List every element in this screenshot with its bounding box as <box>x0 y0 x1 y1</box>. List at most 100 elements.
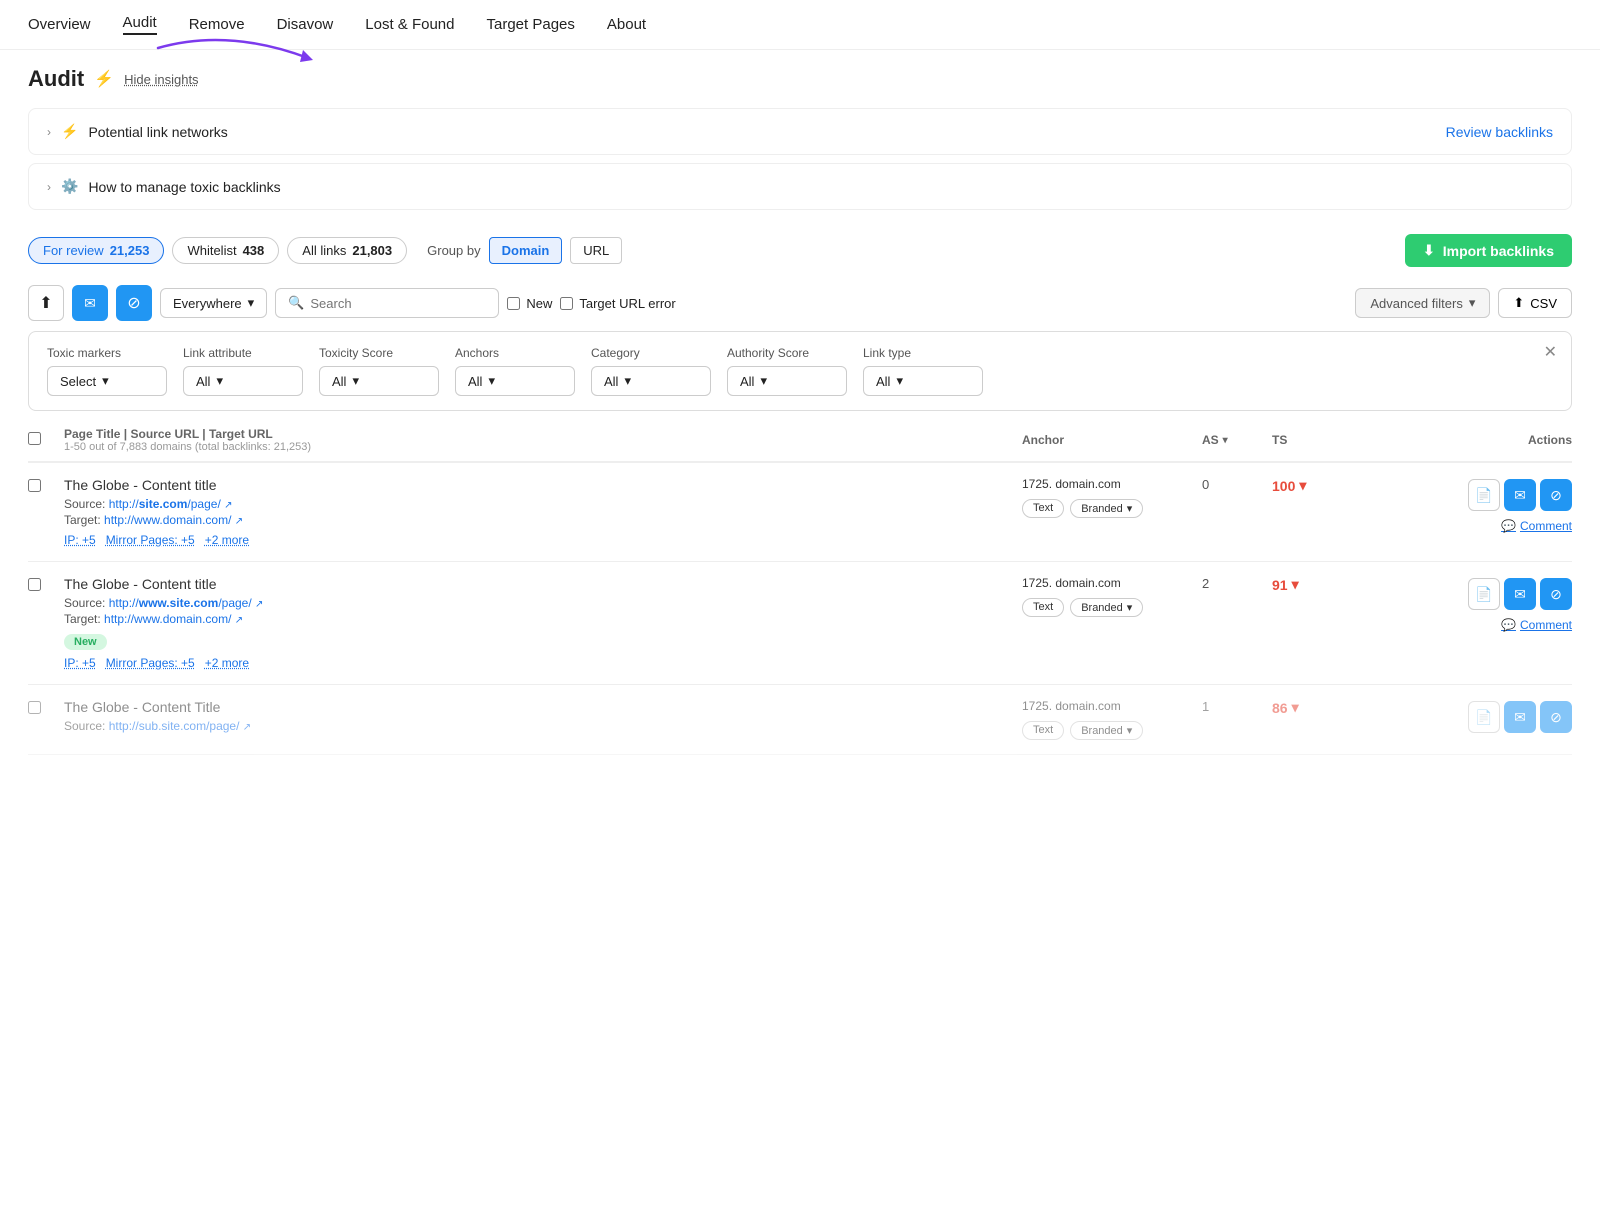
select-all-checkbox[interactable] <box>28 432 41 445</box>
row-0-comment-link[interactable]: 💬 Comment <box>1372 519 1572 533</box>
import-backlinks-button[interactable]: ⬇ Import backlinks <box>1405 234 1572 267</box>
tab-for-review[interactable]: For review 21,253 <box>28 237 164 264</box>
nav-about[interactable]: About <box>607 16 646 33</box>
row-2-checkbox[interactable] <box>28 701 41 714</box>
table-subtitle: 1-50 out of 7,883 domains (total backlin… <box>64 441 1022 453</box>
row-1-title: The Globe - Content title <box>64 576 1022 592</box>
category-select[interactable]: All ▾ <box>591 366 711 396</box>
nav-disavow[interactable]: Disavow <box>277 16 334 33</box>
insight-action-0[interactable]: Review backlinks <box>1446 124 1553 140</box>
tab-whitelist-count: 438 <box>243 243 265 258</box>
target-url-error-label[interactable]: Target URL error <box>560 296 675 311</box>
group-by-label: Group by <box>427 243 480 258</box>
expand-icon-1[interactable]: › <box>47 180 51 194</box>
nav-overview[interactable]: Overview <box>28 16 91 33</box>
row-1-doc-btn[interactable]: 📄 <box>1468 578 1500 610</box>
export-icon: ⬆ <box>39 293 52 313</box>
as-sort-icon[interactable]: ▾ <box>1223 435 1228 446</box>
group-by-domain[interactable]: Domain <box>489 237 563 264</box>
anchors-filter: Anchors All ▾ <box>455 346 575 396</box>
search-input[interactable] <box>310 296 486 311</box>
row-0-ts-chevron[interactable]: ▾ <box>1299 477 1306 494</box>
tab-all-links[interactable]: All links 21,803 <box>287 237 407 264</box>
row-0-target-link[interactable]: http://www.domain.com/ ↗ <box>104 513 243 527</box>
csv-button[interactable]: ⬆ CSV <box>1498 288 1572 318</box>
row-2-tag-branded[interactable]: Branded ▾ <box>1070 721 1143 740</box>
send-icon-btn[interactable]: ✉ <box>72 285 108 321</box>
row-1-ts-chevron[interactable]: ▾ <box>1292 576 1299 593</box>
nav-target-pages[interactable]: Target Pages <box>487 16 575 33</box>
table-container: Page Title | Source URL | Target URL 1-5… <box>28 419 1572 755</box>
table-row: The Globe - Content Title Source: http:/… <box>28 685 1572 755</box>
link-attribute-filter: Link attribute All ▾ <box>183 346 303 396</box>
row-1-new-badge: New <box>64 634 107 650</box>
row-1-comment-link[interactable]: 💬 Comment <box>1372 618 1572 632</box>
row-0-send-btn[interactable]: ✉ <box>1504 479 1536 511</box>
row-2-source-link[interactable]: http://sub.site.com/page/ ↗ <box>109 719 251 733</box>
toxic-markers-select[interactable]: Select ▾ <box>47 366 167 396</box>
nav-remove[interactable]: Remove <box>189 16 245 33</box>
row-1-block-btn[interactable]: ⊘ <box>1540 578 1572 610</box>
tab-all-links-label: All links <box>302 243 346 258</box>
nav-audit[interactable]: Audit <box>123 14 157 35</box>
row-0-tag-branded[interactable]: Branded ▾ <box>1070 499 1143 518</box>
row-0-ip[interactable]: IP: +5 <box>64 533 96 547</box>
row-2-anchor-domain: 1725. domain.com <box>1022 699 1202 713</box>
row-0-mirror[interactable]: Mirror Pages: +5 <box>106 533 195 547</box>
advanced-filters-label: Advanced filters <box>1370 296 1463 311</box>
row-0-source-link[interactable]: http://site.com/page/ ↗ <box>109 497 233 511</box>
row-1-more[interactable]: +2 more <box>205 656 249 670</box>
row-0-more[interactable]: +2 more <box>205 533 249 547</box>
close-panel-button[interactable]: ✕ <box>1544 342 1557 362</box>
tab-whitelist[interactable]: Whitelist 438 <box>172 237 279 264</box>
row-2-ts-chevron[interactable]: ▾ <box>1292 699 1299 716</box>
anchors-select[interactable]: All ▾ <box>455 366 575 396</box>
row-0-block-btn[interactable]: ⊘ <box>1540 479 1572 511</box>
group-by-url[interactable]: URL <box>570 237 622 264</box>
header-page-title-text: Page Title | Source URL | Target URL <box>64 427 1022 441</box>
new-checkbox-label[interactable]: New <box>507 296 552 311</box>
row-1-mirror[interactable]: Mirror Pages: +5 <box>106 656 195 670</box>
row-1-anchor-tags: Text Branded ▾ <box>1022 598 1202 617</box>
row-2-send-btn[interactable]: ✉ <box>1504 701 1536 733</box>
target-url-error-checkbox[interactable] <box>560 297 573 310</box>
row-1-as: 2 <box>1202 576 1272 591</box>
header-anchor: Anchor <box>1022 433 1202 447</box>
row-1-source-link[interactable]: http://www.site.com/page/ ↗ <box>109 596 264 610</box>
advanced-filters-button[interactable]: Advanced filters ▾ <box>1355 288 1490 318</box>
toxicity-score-value: All <box>332 374 346 389</box>
row-1-checkbox[interactable] <box>28 578 41 591</box>
link-attribute-value: All <box>196 374 210 389</box>
adv-chevron-icon: ▾ <box>1469 295 1476 311</box>
block-icon-btn[interactable]: ⊘ <box>116 285 152 321</box>
target-url-error-text: Target URL error <box>579 296 675 311</box>
link-attribute-select[interactable]: All ▾ <box>183 366 303 396</box>
nav-lost-found[interactable]: Lost & Found <box>365 16 454 33</box>
authority-score-value: All <box>740 374 754 389</box>
insight-card-0: › ⚡ Potential link networks Review backl… <box>28 108 1572 155</box>
tab-for-review-count: 21,253 <box>110 243 150 258</box>
row-1-ip[interactable]: IP: +5 <box>64 656 96 670</box>
row-0-doc-btn[interactable]: 📄 <box>1468 479 1500 511</box>
row-1-actions: 📄 ✉ ⊘ 💬 Comment <box>1372 576 1572 632</box>
authority-score-select[interactable]: All ▾ <box>727 366 847 396</box>
row-0-content: The Globe - Content title Source: http:/… <box>64 477 1022 547</box>
row-1-send-btn[interactable]: ✉ <box>1504 578 1536 610</box>
row-2-doc-btn[interactable]: 📄 <box>1468 701 1500 733</box>
location-select[interactable]: Everywhere ▾ <box>160 288 267 318</box>
search-box: 🔍 <box>275 288 499 318</box>
link-type-select[interactable]: All ▾ <box>863 366 983 396</box>
row-2-branded-chevron: ▾ <box>1127 724 1133 737</box>
new-checkbox[interactable] <box>507 297 520 310</box>
row-1-target-link[interactable]: http://www.domain.com/ ↗ <box>104 612 243 626</box>
toxicity-score-select[interactable]: All ▾ <box>319 366 439 396</box>
insight-card-left-1: › ⚙️ How to manage toxic backlinks <box>47 178 281 195</box>
row-1-tag-branded[interactable]: Branded ▾ <box>1070 598 1143 617</box>
export-icon-btn[interactable]: ⬆ <box>28 285 64 321</box>
lightning-icon: ⚡ <box>94 69 114 89</box>
expand-icon-0[interactable]: › <box>47 125 51 139</box>
row-0-checkbox[interactable] <box>28 479 41 492</box>
row-1-meta: IP: +5 Mirror Pages: +5 +2 more <box>64 656 1022 670</box>
row-2-block-btn[interactable]: ⊘ <box>1540 701 1572 733</box>
row-0-comment-text: Comment <box>1520 519 1572 533</box>
